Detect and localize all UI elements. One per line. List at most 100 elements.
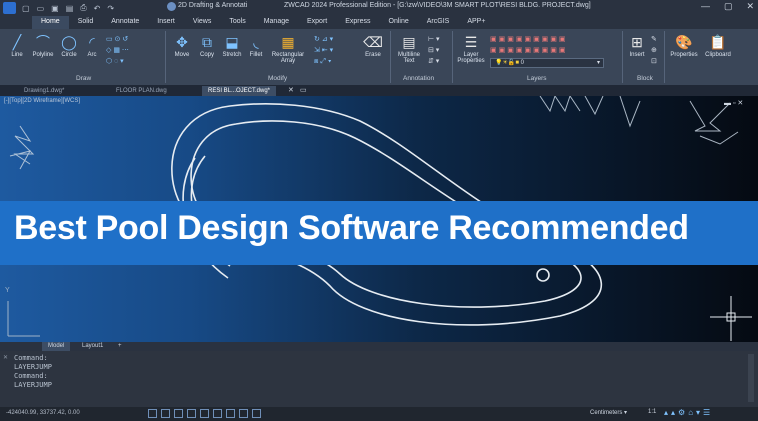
tab-express[interactable]: Express bbox=[336, 16, 379, 29]
line-button[interactable]: ╱ Line bbox=[6, 34, 28, 58]
stretch-icon: ⬓ bbox=[225, 34, 239, 50]
properties-button[interactable]: 🎨 Properties bbox=[668, 34, 700, 58]
copy-icon: ⧉ bbox=[202, 34, 212, 50]
viewport-label[interactable]: [-][Top][2D Wireframe][WCS] bbox=[4, 98, 80, 104]
tab-home[interactable]: Home bbox=[32, 16, 69, 29]
open-icon[interactable]: ▭ bbox=[37, 4, 45, 13]
tab-online[interactable]: Online bbox=[380, 16, 418, 29]
erase-button[interactable]: ⌫ Erase bbox=[360, 34, 386, 58]
layers-group-label: Layers bbox=[527, 75, 547, 82]
tab-manage[interactable]: Manage bbox=[255, 16, 298, 29]
new-icon[interactable]: ▢ bbox=[22, 4, 30, 13]
modify-small-tools[interactable]: ↻ ⊿ ▾ ⇲ ⇤ ▾ ⧈ ⤢ ▾ bbox=[314, 34, 333, 67]
print-icon[interactable]: ⎙ bbox=[80, 3, 86, 13]
fillet-icon: ◟ bbox=[253, 34, 259, 50]
clipboard-button[interactable]: 📋 Clipboard bbox=[702, 34, 734, 58]
insert-label: Insert bbox=[629, 52, 645, 58]
rectangular-array-button[interactable]: ▦ Rectangular Array bbox=[268, 34, 308, 64]
arc-button[interactable]: ◜ Arc bbox=[82, 34, 102, 58]
viewport-window-controls[interactable]: ▬ ▫ ✕ bbox=[724, 99, 743, 107]
draw-group-label: Draw bbox=[76, 75, 92, 82]
tab-export[interactable]: Export bbox=[298, 16, 336, 29]
workspace-icon bbox=[167, 2, 176, 11]
banner-title: Best Pool Design Software Recommended bbox=[14, 209, 689, 247]
insert-block-icon: ⊞ bbox=[631, 34, 643, 50]
close-button[interactable]: ✕ bbox=[746, 1, 754, 12]
multiline-text-button[interactable]: ▤ Multiline Text bbox=[394, 34, 424, 64]
stretch-button[interactable]: ⬓ Stretch bbox=[220, 34, 244, 58]
ribbon-tabs: Home Solid Annotate Insert Views Tools M… bbox=[32, 16, 494, 29]
tab-insert[interactable]: Insert bbox=[148, 16, 184, 29]
polyline-label: Polyline bbox=[32, 52, 54, 58]
clipboard-icon: 📋 bbox=[709, 34, 727, 50]
close-tab-icon[interactable]: ✕ bbox=[288, 86, 294, 94]
saveas-icon[interactable]: ▤ bbox=[66, 4, 74, 13]
text-icon: ▤ bbox=[402, 34, 416, 50]
stretch-label: Stretch bbox=[222, 52, 242, 58]
otrack-icon[interactable] bbox=[213, 409, 222, 418]
redo-icon[interactable]: ↷ bbox=[107, 4, 114, 13]
doc-tab-drawing1[interactable]: Drawing1.dwg* bbox=[18, 86, 70, 96]
tab-arcgis[interactable]: ArcGIS bbox=[418, 16, 459, 29]
layer-tools-grid[interactable]: ▣▣▣▣▣▣▣▣▣ ▣▣▣▣▣▣▣▣▣ bbox=[490, 34, 568, 56]
doc-tab-floor-plan[interactable]: FLOOR PLAN.dwg bbox=[110, 86, 173, 96]
units-dropdown[interactable]: Centimeters ▾ bbox=[590, 409, 627, 416]
save-icon[interactable]: ▣ bbox=[51, 4, 59, 13]
status-bar bbox=[0, 407, 758, 421]
polyline-button[interactable]: ⌒ Polyline bbox=[30, 34, 56, 58]
status-tools[interactable]: ▴▴⚙⌂▾☰ bbox=[664, 408, 713, 417]
circle-label: Circle bbox=[61, 52, 77, 58]
tab-views[interactable]: Views bbox=[184, 16, 221, 29]
fillet-button[interactable]: ◟ Fillet bbox=[246, 34, 266, 58]
maximize-button[interactable]: ▢ bbox=[724, 1, 733, 12]
app-logo[interactable] bbox=[3, 2, 16, 14]
add-layout-button[interactable]: + bbox=[112, 342, 128, 351]
lineweight-icon[interactable] bbox=[226, 409, 235, 418]
line-icon: ╱ bbox=[12, 34, 22, 50]
window-title: ZWCAD 2024 Professional Edition - [G:\zw… bbox=[284, 2, 591, 9]
fillet-label: Fillet bbox=[249, 52, 263, 58]
tab-model[interactable]: Model bbox=[42, 342, 71, 351]
command-close-icon[interactable]: ✕ bbox=[3, 354, 8, 361]
block-small-tools[interactable]: ✎ ⊕ ⊡ bbox=[651, 34, 657, 67]
pool-drain-circle bbox=[536, 268, 550, 282]
snap-icon[interactable] bbox=[161, 409, 170, 418]
minimize-button[interactable]: — bbox=[701, 1, 710, 12]
annotation-small-tools[interactable]: ⊢ ▾ ⊟ ▾ ⇵ ▾ bbox=[428, 34, 440, 67]
selection-cycling-icon[interactable] bbox=[252, 409, 261, 418]
new-tab-icon[interactable]: ▭ bbox=[300, 86, 307, 94]
line-label: Line bbox=[11, 52, 23, 58]
draw-small-tools[interactable]: ▭ ⊙ ↺ ◇ ▦ ⋯ ⬡ ◌ ▾ bbox=[106, 34, 129, 67]
copy-button[interactable]: ⧉ Copy bbox=[196, 34, 218, 58]
circle-button[interactable]: ◯ Circle bbox=[58, 34, 80, 58]
undo-icon[interactable]: ↶ bbox=[94, 4, 101, 13]
tab-app-plus[interactable]: APP+ bbox=[458, 16, 494, 29]
polyline-icon: ⌒ bbox=[36, 34, 50, 50]
ribbon-separator bbox=[390, 31, 391, 83]
grid-icon[interactable] bbox=[148, 409, 157, 418]
polar-icon[interactable] bbox=[187, 409, 196, 418]
chevron-down-icon: ▾ bbox=[596, 60, 600, 66]
annotation-scale[interactable]: 1:1 bbox=[648, 409, 656, 415]
coordinate-readout[interactable]: -424040.99, 33737.42, 0.00 bbox=[6, 410, 80, 416]
annotation-group-label: Annotation bbox=[403, 75, 435, 82]
insert-button[interactable]: ⊞ Insert bbox=[626, 34, 648, 58]
osnap-icon[interactable] bbox=[200, 409, 209, 418]
layer-properties-button[interactable]: ☰ Layer Properties bbox=[456, 34, 486, 64]
command-window[interactable] bbox=[0, 351, 758, 407]
properties-label: Properties bbox=[670, 52, 698, 58]
workspace-dropdown[interactable]: 2D Drafting & Annotati bbox=[178, 2, 247, 9]
ortho-icon[interactable] bbox=[174, 409, 183, 418]
layer-dropdown[interactable]: 💡☀🔓■ 0 ▾ bbox=[490, 58, 604, 68]
tab-layout1[interactable]: Layout1 bbox=[76, 342, 109, 351]
tab-solid[interactable]: Solid bbox=[69, 16, 103, 29]
block-group-label: Block bbox=[637, 75, 653, 82]
ribbon-separator bbox=[622, 31, 623, 83]
doc-tab-resi-project[interactable]: RESI BL...OJECT.dwg* bbox=[202, 86, 277, 96]
command-scrollbar[interactable] bbox=[748, 354, 754, 402]
move-button[interactable]: ✥ Move bbox=[170, 34, 194, 58]
tab-tools[interactable]: Tools bbox=[220, 16, 254, 29]
tab-annotate[interactable]: Annotate bbox=[102, 16, 148, 29]
eraser-icon: ⌫ bbox=[363, 34, 383, 50]
transparency-icon[interactable] bbox=[239, 409, 248, 418]
